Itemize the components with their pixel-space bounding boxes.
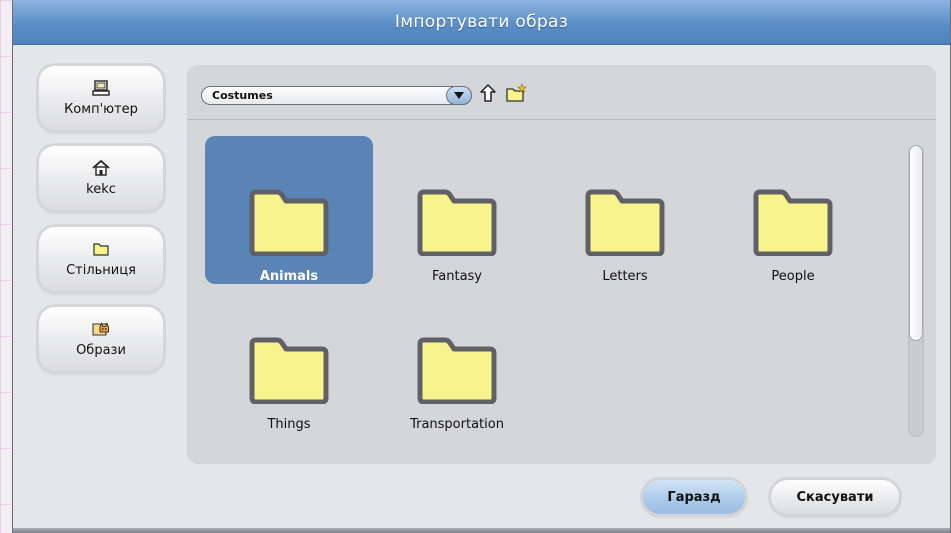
dropdown-arrow-button[interactable] [446,86,472,105]
folder-icon [249,189,329,256]
ok-button[interactable]: Гаразд [643,480,745,514]
import-costume-dialog: Імпортувати образ Комп'ютер kekc Стільни… [12,0,951,533]
location-dropdown[interactable]: Costumes [201,86,472,105]
folder-icon [417,189,497,256]
up-folder-icon[interactable] [479,83,497,103]
cancel-button[interactable]: Скасувати [771,480,899,514]
folder-item-transportation[interactable]: Transportation [373,284,541,432]
file-list: Animals Fantasy Letters People Things Tr… [187,120,936,464]
folder-item-fantasy[interactable]: Fantasy [373,136,541,284]
folder-name: Transportation [410,417,504,432]
folder-icon [753,189,833,256]
folder-item-animals[interactable]: Animals [205,136,373,284]
folder-icon [585,189,665,256]
computer-icon [92,79,110,96]
folder-name: Letters [602,269,648,284]
folder-name: Animals [259,269,319,284]
chevron-down-icon [454,92,464,99]
dialog-bottom-border [13,528,950,533]
sidebar-item-label: Образи [76,342,126,358]
folder-item-people[interactable]: People [709,136,877,284]
folder-item-letters[interactable]: Letters [541,136,709,284]
folder-name: Fantasy [431,269,483,284]
sidebar-item-desktop[interactable]: Стільниця [39,227,163,291]
sidebar-item-label: kekc [86,181,116,197]
desktop-folder-icon [93,242,109,256]
sidebar-item-home[interactable]: kekc [39,146,163,210]
vertical-scrollbar[interactable] [908,145,924,437]
sidebar-item-costumes[interactable]: Образи [39,307,163,371]
dialog-title: Імпортувати образ [394,12,569,32]
scrollbar-thumb[interactable] [909,145,923,341]
folder-name: Things [267,417,311,432]
folder-icon [417,337,497,404]
browser-toolbar: Costumes [187,65,936,120]
folder-icon [249,337,329,404]
sidebar-item-label: Комп'ютер [64,101,138,117]
sidebar-item-computer[interactable]: Комп'ютер [39,66,163,130]
location-value: Costumes [212,89,273,102]
new-folder-icon[interactable] [505,83,527,103]
dialog-title-bar[interactable]: Імпортувати образ [13,0,950,45]
folder-name: People [771,269,815,284]
file-browser-panel: Costumes Animals Fantasy Letters People … [187,65,936,464]
sidebar-item-label: Стільниця [66,262,136,278]
costumes-cat-icon [92,321,109,335]
home-icon [92,159,110,176]
folder-item-things[interactable]: Things [205,284,373,432]
